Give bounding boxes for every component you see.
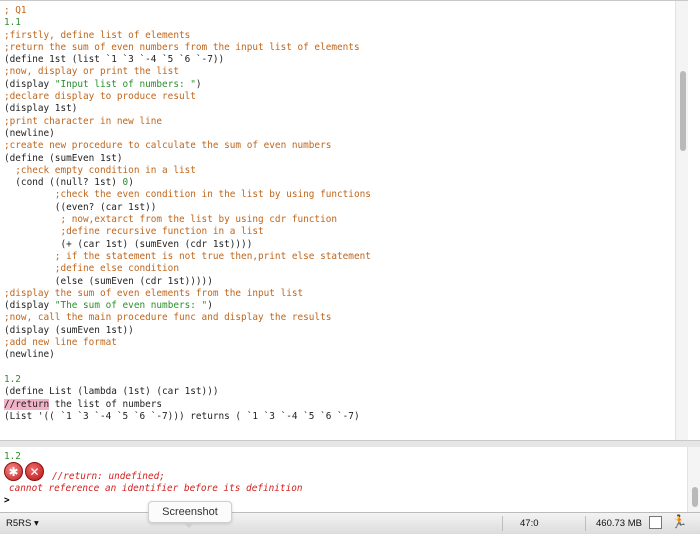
code-line[interactable]: ((even? (car 1st)) [4, 202, 371, 214]
code-token: 1.2 [4, 373, 21, 385]
interactions-pane[interactable]: 1.2 ✱ ✕ //return: undefined; cannot refe… [0, 447, 688, 512]
code-token: ;firstly, define list of elements [4, 29, 191, 41]
code-token: ;create new procedure to calculate the s… [4, 140, 332, 152]
code-line[interactable]: (display (sumEven 1st)) [4, 325, 371, 337]
code-line[interactable]: ; Q1 [4, 5, 371, 17]
error-x-icon[interactable]: ✕ [25, 462, 44, 481]
code-token: ((even? (car 1st)) [4, 201, 157, 213]
bug-icon[interactable]: ✱ [4, 462, 23, 481]
code-token: ) [195, 78, 202, 90]
code-line[interactable]: ;check the even condition in the list by… [4, 189, 371, 201]
repl-prompt[interactable]: > [4, 495, 10, 507]
editor-scrollbar[interactable] [675, 1, 688, 441]
definitions-editor[interactable]: ; Q1 1.1 ;firstly, define list of elements… [0, 0, 688, 441]
repl-scrollbar[interactable] [687, 447, 700, 512]
code-line[interactable]: (display "Input list of numbers: ") [4, 79, 371, 91]
code-token: (define List (lambda (1st) (car 1st))) [4, 386, 219, 398]
editor-scrollbar-thumb[interactable] [680, 71, 686, 151]
code-line[interactable]: (newline) [4, 128, 371, 140]
code-token: ;add new line format [4, 337, 117, 349]
code-line[interactable]: //return the list of numbers [4, 398, 371, 411]
running-figure-icon: 🏃 [671, 515, 688, 530]
code-line[interactable]: (define List (lambda (1st) (car 1st))) [4, 386, 371, 398]
code-token: "The sum of even numbers: " [54, 300, 208, 312]
status-divider [502, 516, 503, 531]
code-token: 1.1 [4, 17, 21, 29]
code-token: ) [128, 177, 134, 189]
code-line[interactable]: ;define else condition [4, 263, 371, 275]
code-line[interactable]: (+ (car 1st) (sumEven (cdr 1st)))) [4, 239, 371, 251]
status-divider [585, 516, 586, 531]
repl-error-line-2: cannot reference an identifier before it… [9, 483, 303, 494]
code-token: (define (sumEven 1st) [4, 152, 123, 164]
code-token: ;declare display to produce result [4, 91, 196, 103]
code-token: ; now,extarct from the list by using cdr… [4, 214, 338, 226]
code-line[interactable]: 1.2 [4, 374, 371, 386]
code-line[interactable]: ;now, display or print the list [4, 66, 371, 78]
code-token: the list of numbers [49, 398, 163, 410]
code-line[interactable]: ;declare display to produce result [4, 91, 371, 103]
code-token: "Input list of numbers: " [54, 78, 196, 90]
code-token: (List '(( `1 `3 `-4 `5 `6 `-7))) returns… [4, 410, 360, 422]
code-token: (cond ((null? 1st) [4, 177, 123, 189]
code-token: ;return the sum of even numbers from the… [4, 41, 360, 53]
code-line[interactable]: ;now, call the main procedure func and d… [4, 312, 371, 324]
code-line[interactable]: (cond ((null? 1st) 0) [4, 177, 371, 189]
code-line[interactable]: ; now,extarct from the list by using cdr… [4, 214, 371, 226]
code-token: ;now, call the main procedure func and d… [4, 312, 332, 324]
code-token: ; Q1 [4, 5, 27, 16]
code-token: //return [4, 398, 50, 410]
memory-gc-box[interactable] [649, 516, 662, 529]
code-line[interactable]: (else (sumEven (cdr 1st))))) [4, 276, 371, 288]
status-bar: R5RS ▾ 47:0 460.73 MB 🏃 [0, 512, 700, 534]
code-line[interactable]: ;check empty condition in a list [4, 165, 371, 177]
code-line[interactable]: ;print character in new line [4, 116, 371, 128]
code-token: (newline) [4, 349, 55, 361]
code-line[interactable] [4, 362, 371, 374]
code-line[interactable]: ;create new procedure to calculate the s… [4, 140, 371, 152]
cursor-position: 47:0 [520, 518, 539, 529]
memory-usage: 460.73 MB [596, 518, 642, 529]
code-token: ; if the statement is not true then,prin… [4, 250, 371, 262]
code-line[interactable]: (display "The sum of even numbers: ") [4, 300, 371, 312]
repl-scrollbar-thumb[interactable] [692, 487, 698, 507]
code-token: (display [4, 300, 55, 312]
code-line[interactable]: ;display the sum of even elements from t… [4, 288, 371, 300]
code-token: ) [207, 300, 213, 312]
code-token: ;define recursive function in a list [4, 226, 264, 238]
code-line[interactable]: (define (sumEven 1st) [4, 153, 371, 165]
code-token: (else (sumEven (cdr 1st))))) [4, 275, 213, 287]
code-token: ;now, display or print the list [4, 66, 179, 78]
code-area[interactable]: ; Q1 1.1 ;firstly, define list of elements… [4, 5, 371, 423]
code-token: ;print character in new line [4, 115, 163, 127]
code-line[interactable]: (display 1st) [4, 103, 371, 115]
code-line[interactable]: ;add new line format [4, 337, 371, 349]
code-line[interactable]: (newline) [4, 349, 371, 361]
code-line[interactable]: (define 1st (list `1 `3 `-4 `5 `6 `-7)) [4, 54, 371, 66]
code-line[interactable]: (List '(( `1 `3 `-4 `5 `6 `-7))) returns… [4, 411, 371, 423]
code-token: ;check empty condition in a list [4, 164, 196, 176]
language-selector[interactable]: R5RS ▾ [6, 518, 39, 529]
code-line[interactable]: ;firstly, define list of elements [4, 30, 371, 42]
code-token: (newline) [4, 127, 55, 139]
code-token: ;display the sum of even elements from t… [4, 287, 304, 299]
code-token: ;check the even condition in the list by… [4, 189, 371, 201]
error-icons: ✱ ✕ [4, 462, 44, 481]
code-token: (+ (car 1st) (sumEven (cdr 1st)))) [4, 238, 253, 250]
code-token: ;define else condition [4, 263, 179, 275]
code-line[interactable]: ; if the statement is not true then,prin… [4, 251, 371, 263]
code-token: (display [4, 78, 55, 90]
code-token: (define 1st (list `1 `3 `-4 `5 `6 `-7)) [4, 54, 225, 66]
screenshot-tooltip: Screenshot [148, 501, 232, 528]
code-line[interactable]: ;return the sum of even numbers from the… [4, 42, 371, 54]
code-line[interactable]: 1.1 [4, 17, 371, 29]
code-token: (display (sumEven 1st)) [4, 324, 134, 336]
code-token: (display 1st) [4, 103, 78, 115]
repl-error-line-1: //return: undefined; [52, 471, 165, 482]
code-line[interactable]: ;define recursive function in a list [4, 226, 371, 238]
